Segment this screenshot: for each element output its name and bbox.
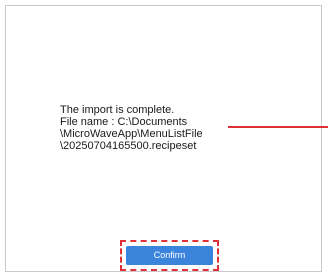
import-complete-message: The import is complete. File name : C:\D…	[60, 104, 203, 152]
confirm-button[interactable]: Confirm	[126, 246, 213, 265]
message-line-path: \MicroWaveApp\MenuListFile	[60, 128, 203, 140]
message-line-file-name: File name : C:\Documents	[60, 116, 188, 128]
import-complete-dialog: The import is complete. File name : C:\D…	[5, 5, 322, 272]
message-line-filename: \20250704165500.recipeset	[60, 140, 197, 152]
message-line-status: The import is complete.	[60, 104, 175, 116]
annotation-callout-line	[228, 126, 328, 128]
